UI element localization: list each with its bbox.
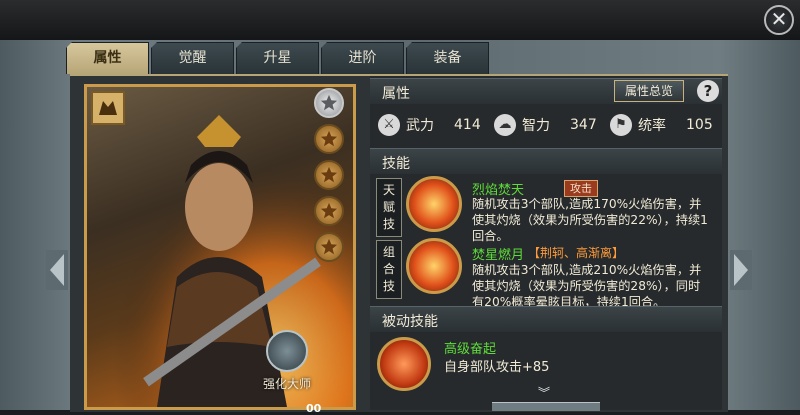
force-icon: ⚔ <box>378 114 400 136</box>
stat-intellect: ☁ 智力 347 <box>494 114 597 136</box>
skill-type-talent: 天 赋 技 <box>376 178 402 237</box>
skill-description: 随机攻击3个部队,造成210%火焰伤害，并使其灼烧（效果为所受伤害的28%），同… <box>472 263 702 309</box>
faction-badge <box>91 91 125 125</box>
stat-force: ⚔ 武力 414 <box>378 114 481 136</box>
help-button[interactable]: ? <box>697 80 719 102</box>
stat-label: 统率 <box>638 118 666 134</box>
tab-awaken[interactable]: 觉醒 <box>151 42 234 74</box>
stat-label: 智力 <box>522 118 550 134</box>
close-button[interactable]: ✕ <box>764 5 794 35</box>
stat-value: 347 <box>570 117 597 133</box>
previous-hero-arrow[interactable] <box>46 250 68 290</box>
expand-more-icon[interactable]: ︾ <box>538 384 550 401</box>
scroll-icon <box>266 330 308 372</box>
passive-title: 被动技能 <box>382 314 438 330</box>
chevron-right-icon <box>734 254 748 286</box>
fire-skill-icon[interactable] <box>406 176 462 232</box>
stat-value: 105 <box>686 117 713 133</box>
fire-combo-skill-icon[interactable] <box>406 238 462 294</box>
stat-command: ⚑ 统率 105 <box>610 114 713 136</box>
star-icon <box>314 196 344 226</box>
command-icon: ⚑ <box>610 114 632 136</box>
stat-label: 武力 <box>406 118 434 134</box>
enhance-master-button[interactable]: 强化大师 <box>252 330 322 392</box>
skills-title: 技能 <box>382 156 410 172</box>
card-number: 00 <box>306 402 322 415</box>
tab-attributes[interactable]: 属性 <box>66 42 149 74</box>
tab-advance[interactable]: 进阶 <box>321 42 404 74</box>
tab-star-up[interactable]: 升星 <box>236 42 319 74</box>
attribute-overview-button[interactable]: 属性总览 <box>614 80 684 102</box>
close-icon: ✕ <box>770 7 788 31</box>
wolf-icon <box>99 101 117 115</box>
star-icon <box>314 124 344 154</box>
combo-heroes: 【荆轲、高渐离】 <box>528 246 625 260</box>
stat-value: 414 <box>454 117 481 133</box>
intellect-icon: ☁ <box>494 114 516 136</box>
skill-tag: 攻击 <box>564 180 598 197</box>
passive-header: 被动技能 <box>370 306 722 332</box>
skill-name: 焚星燃月 <box>472 248 525 263</box>
skill-description: 随机攻击3个部队,造成170%火焰伤害，并使其灼烧（效果为所受伤害的22%），持… <box>472 197 708 243</box>
top-bar <box>0 0 800 41</box>
passive-name: 高级奋起 <box>444 342 497 357</box>
tab-equipment[interactable]: 装备 <box>406 42 489 74</box>
next-hero-arrow[interactable] <box>730 250 752 290</box>
fist-skill-icon[interactable] <box>377 337 431 391</box>
attributes-title: 属性 <box>382 86 410 102</box>
star-icon <box>314 160 344 190</box>
tab-bar: 属性 觉醒 升星 进阶 装备 <box>66 42 489 74</box>
star-icon <box>314 88 344 118</box>
star-rating <box>314 88 348 268</box>
passive-description: 自身部队攻击+85 <box>444 360 550 375</box>
enhance-master-label: 强化大师 <box>262 377 311 391</box>
chevron-left-icon <box>50 254 64 286</box>
star-icon <box>314 232 344 262</box>
skills-header: 技能 <box>370 148 722 174</box>
skill-type-combo: 组 合 技 <box>376 240 402 299</box>
